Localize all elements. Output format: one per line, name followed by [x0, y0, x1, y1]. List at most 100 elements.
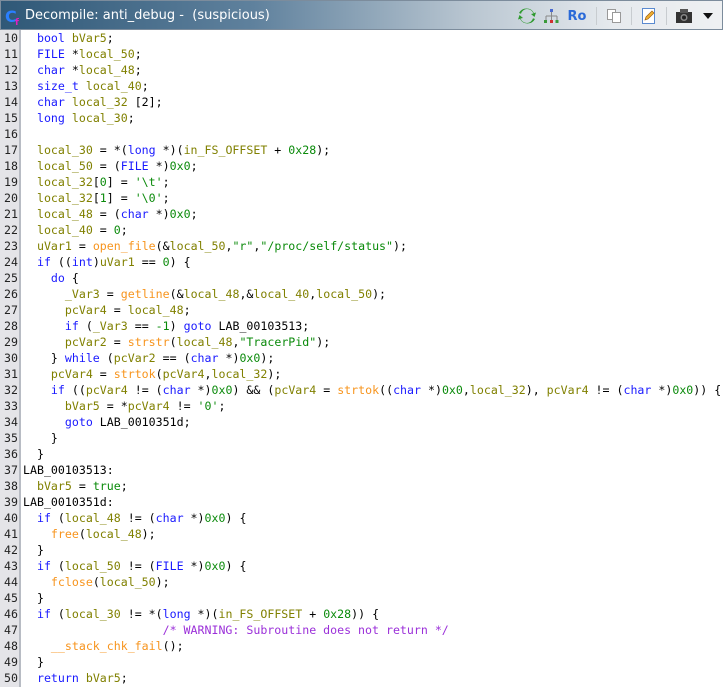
variable-token[interactable]: pcVar4 — [274, 383, 316, 397]
code-line[interactable]: 43 if (local_50 != (FILE *)0x0) { — [0, 558, 723, 574]
variable-token[interactable]: local_40 — [37, 223, 93, 237]
variable-token[interactable]: local_30 — [72, 111, 128, 125]
code-line[interactable]: 13 size_t local_40; — [0, 78, 723, 94]
code-line[interactable]: 36 } — [0, 446, 723, 462]
code-line[interactable]: 33 bVar5 = *pcVar4 != '0'; — [0, 398, 723, 414]
function-token[interactable]: getline — [121, 287, 170, 301]
variable-token[interactable]: local_50 — [170, 239, 226, 253]
code-line[interactable]: 21 local_48 = (char *)0x0; — [0, 206, 723, 222]
variable-token[interactable]: bVar5 — [65, 399, 100, 413]
label-token[interactable]: LAB_0010351d — [100, 415, 184, 429]
code-line[interactable]: 23 uVar1 = open_file(&local_50,"r","/pro… — [0, 238, 723, 254]
variable-token[interactable]: pcVar4 — [547, 383, 589, 397]
code-line[interactable]: 15 long local_30; — [0, 110, 723, 126]
code-line[interactable]: 25 do { — [0, 270, 723, 286]
code-line[interactable]: 44 fclose(local_50); — [0, 574, 723, 590]
code-line[interactable]: 18 local_50 = (FILE *)0x0; — [0, 158, 723, 174]
variable-token[interactable]: local_32 — [37, 191, 93, 205]
variable-token[interactable]: pcVar4 — [86, 383, 128, 397]
variable-token[interactable]: _Var3 — [65, 287, 100, 301]
variable-token[interactable]: uVar1 — [37, 239, 72, 253]
variable-token[interactable]: local_48 — [128, 303, 184, 317]
code-line[interactable]: 20 local_32[1] = '\0'; — [0, 190, 723, 206]
code-line[interactable]: 50 return bVar5; — [0, 670, 723, 686]
code-line[interactable]: 30 } while (pcVar2 == (char *)0x0); — [0, 350, 723, 366]
code-line[interactable]: 26 _Var3 = getline(&local_48,&local_40,l… — [0, 286, 723, 302]
code-line[interactable]: 35 } — [0, 430, 723, 446]
refresh-icon[interactable] — [517, 6, 537, 26]
label-token[interactable]: LAB_0010351d — [23, 495, 107, 509]
variable-token[interactable]: bVar5 — [86, 671, 121, 685]
code-line[interactable]: 38 bVar5 = true; — [0, 478, 723, 494]
variable-token[interactable]: pcVar4 — [51, 367, 93, 381]
variable-token[interactable]: local_50 — [79, 47, 135, 61]
code-line[interactable]: 22 local_40 = 0; — [0, 222, 723, 238]
variable-token[interactable]: local_50 — [65, 559, 121, 573]
code-line[interactable]: 31 pcVar4 = strtok(pcVar4,local_32); — [0, 366, 723, 382]
variable-token[interactable]: pcVar2 — [114, 351, 156, 365]
variable-token[interactable]: local_48 — [37, 207, 93, 221]
variable-token[interactable]: in_FS_OFFSET — [218, 607, 302, 621]
read-only-icon[interactable]: Ro — [565, 6, 589, 26]
function-token[interactable]: open_file — [93, 239, 156, 253]
snapshot-icon[interactable] — [674, 6, 694, 26]
variable-token[interactable]: local_48 — [184, 287, 240, 301]
code-line[interactable]: 16 — [0, 126, 723, 142]
menu-dropdown-icon[interactable] — [698, 6, 718, 26]
code-line[interactable]: 49 } — [0, 654, 723, 670]
variable-token[interactable]: local_30 — [37, 143, 93, 157]
function-token[interactable]: strstr — [128, 335, 170, 349]
code-line[interactable]: 10 bool bVar5; — [0, 30, 723, 46]
variable-token[interactable]: pcVar2 — [65, 335, 107, 349]
copy-icon[interactable] — [604, 6, 624, 26]
code-line[interactable]: 46 if (local_30 != *(long *)(in_FS_OFFSE… — [0, 606, 723, 622]
variable-token[interactable]: local_32 — [470, 383, 526, 397]
edit-icon[interactable] — [639, 6, 659, 26]
variable-token[interactable]: local_50 — [37, 159, 93, 173]
variable-token[interactable]: bVar5 — [37, 479, 72, 493]
code-line[interactable]: 34 goto LAB_0010351d; — [0, 414, 723, 430]
variable-token[interactable]: pcVar4 — [163, 367, 205, 381]
variable-token[interactable]: uVar1 — [100, 255, 135, 269]
variable-token[interactable]: local_30 — [65, 607, 121, 621]
variable-token[interactable]: local_50 — [100, 575, 156, 589]
code-line[interactable]: 47 /* WARNING: Subroutine does not retur… — [0, 622, 723, 638]
code-line[interactable]: 24 if ((int)uVar1 == 0) { — [0, 254, 723, 270]
code-line[interactable]: 28 if (_Var3 == -1) goto LAB_00103513; — [0, 318, 723, 334]
variable-token[interactable]: local_40 — [253, 287, 309, 301]
code-line[interactable]: 17 local_30 = *(long *)(in_FS_OFFSET + 0… — [0, 142, 723, 158]
variable-token[interactable]: local_40 — [86, 79, 142, 93]
label-token[interactable]: LAB_00103513 — [219, 319, 303, 333]
decompiler-code-view[interactable]: 10 bool bVar5; 11 FILE *local_50; 12 char … — [0, 30, 723, 687]
code-line[interactable]: 12 char *local_48; — [0, 62, 723, 78]
code-line[interactable]: 41 free(local_48); — [0, 526, 723, 542]
function-token[interactable]: strtok — [337, 383, 379, 397]
variable-token[interactable]: local_48 — [79, 63, 135, 77]
code-line[interactable]: 27 pcVar4 = local_48; — [0, 302, 723, 318]
function-token[interactable]: strtok — [114, 367, 156, 381]
function-token[interactable]: __stack_chk_fail — [51, 639, 163, 653]
variable-token[interactable]: local_48 — [65, 511, 121, 525]
variable-token[interactable]: local_32 — [212, 367, 268, 381]
code-line[interactable]: 32 if ((pcVar4 != (char *)0x0) && (pcVar… — [0, 382, 723, 398]
variable-token[interactable]: pcVar4 — [128, 399, 170, 413]
variable-token[interactable]: bVar5 — [72, 31, 107, 45]
code-line[interactable]: 14 char local_32 [2]; — [0, 94, 723, 110]
variable-token[interactable]: local_32 — [72, 95, 128, 109]
variable-token[interactable]: in_FS_OFFSET — [184, 143, 268, 157]
variable-token[interactable]: pcVar4 — [65, 303, 107, 317]
graph-icon[interactable] — [541, 6, 561, 26]
variable-token[interactable]: _Var3 — [93, 319, 128, 333]
code-line[interactable]: 48 __stack_chk_fail(); — [0, 638, 723, 654]
code-line[interactable]: 39 LAB_0010351d: — [0, 494, 723, 510]
label-token[interactable]: LAB_00103513 — [23, 463, 107, 477]
code-line[interactable]: 45 } — [0, 590, 723, 606]
code-line[interactable]: 37 LAB_00103513: — [0, 462, 723, 478]
code-line[interactable]: 11 FILE *local_50; — [0, 46, 723, 62]
function-token[interactable]: fclose — [51, 575, 93, 589]
code-line[interactable]: 42 } — [0, 542, 723, 558]
code-line[interactable]: 29 pcVar2 = strstr(local_48,"TracerPid")… — [0, 334, 723, 350]
variable-token[interactable]: local_48 — [177, 335, 233, 349]
function-token[interactable]: free — [51, 527, 79, 541]
code-line[interactable]: 40 if (local_48 != (char *)0x0) { — [0, 510, 723, 526]
